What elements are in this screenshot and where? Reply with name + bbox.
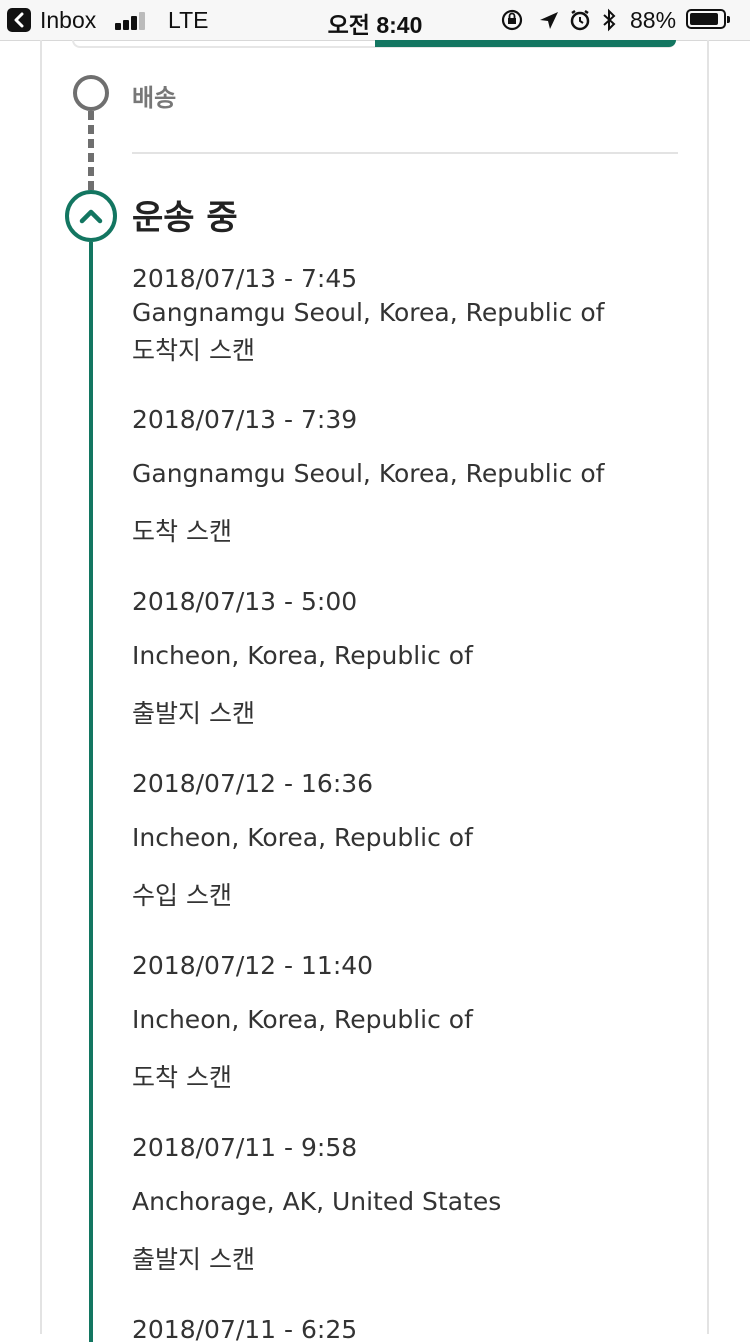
status-icons	[501, 8, 616, 32]
battery-icon	[686, 9, 730, 29]
stage-title-delivered: 배송	[132, 84, 177, 112]
orientation-lock-icon	[501, 9, 523, 31]
status-bar: Inbox LTE 오전 8:40 88%	[0, 0, 750, 41]
event-status: 수입 스캔	[132, 881, 232, 910]
location-icon	[540, 12, 558, 29]
event-location: Incheon, Korea, Republic of	[132, 641, 473, 670]
event-status: 도착 스캔	[132, 517, 232, 546]
event-datetime: 2018/07/13 - 5:00	[132, 587, 358, 616]
event-status: 도착지 스캔	[132, 336, 255, 365]
event-status: 출발지 스캔	[132, 1245, 255, 1274]
card-border-right	[707, 40, 709, 1334]
card-border-left	[40, 40, 42, 1334]
event-status: 출발지 스캔	[132, 699, 255, 728]
event-location: Gangnamgu Seoul, Korea, Republic of	[132, 459, 605, 488]
event-location: Anchorage, AK, United States	[132, 1187, 502, 1216]
timeline-line	[89, 242, 93, 1342]
event-datetime: 2018/07/13 - 7:45	[132, 264, 358, 293]
event-datetime: 2018/07/12 - 16:36	[132, 769, 374, 798]
alarm-icon	[570, 9, 590, 31]
dotted-connector	[88, 111, 94, 197]
divider	[132, 152, 678, 154]
stage-title-in-transit: 운송 중	[132, 198, 238, 238]
collapse-toggle-button[interactable]	[65, 190, 117, 242]
event-datetime: 2018/07/11 - 9:58	[132, 1133, 358, 1162]
event-location: Gangnamgu Seoul, Korea, Republic of	[132, 298, 605, 327]
event-datetime: 2018/07/13 - 7:39	[132, 405, 358, 434]
event-datetime: 2018/07/11 - 6:25	[132, 1315, 358, 1344]
event-location: Incheon, Korea, Republic of	[132, 823, 473, 852]
event-datetime: 2018/07/12 - 11:40	[132, 951, 374, 980]
tab-active-indicator[interactable]	[375, 40, 676, 47]
chevron-up-icon	[79, 209, 103, 224]
event-status: 도착 스캔	[132, 1063, 232, 1092]
battery-percent: 88%	[630, 7, 677, 33]
bluetooth-icon	[603, 8, 616, 32]
event-location: Incheon, Korea, Republic of	[132, 1005, 473, 1034]
completed-stage-node	[73, 75, 109, 111]
